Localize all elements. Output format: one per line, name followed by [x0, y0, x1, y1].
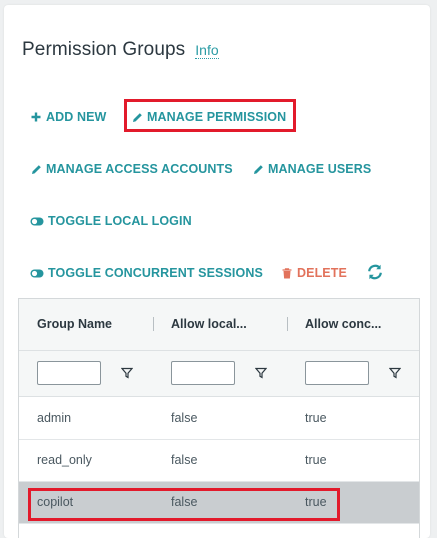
toggle-local-login-label: TOGGLE LOCAL LOGIN	[48, 214, 192, 228]
refresh-icon[interactable]	[366, 263, 384, 281]
allow-local-cell: false	[171, 453, 198, 467]
group-name-cell: copilot	[37, 495, 74, 509]
allow-concurrent-cell: true	[305, 411, 327, 425]
manage-permission-button[interactable]: MANAGE PERMISSION	[131, 108, 286, 126]
table-row-selected[interactable]: copilot false true	[19, 482, 419, 524]
table-row[interactable]: read_only false true	[19, 440, 419, 482]
funnel-icon[interactable]	[120, 366, 134, 379]
allow-concurrent-cell: true	[305, 495, 327, 509]
pencil-icon	[131, 111, 143, 123]
allow-local-cell: false	[171, 411, 198, 425]
trash-icon	[281, 267, 293, 279]
manage-access-accounts-button[interactable]: MANAGE ACCESS ACCOUNTS	[30, 160, 233, 178]
plus-icon	[30, 111, 42, 123]
add-new-label: ADD NEW	[46, 110, 107, 124]
column-resize-handle[interactable]	[419, 317, 420, 331]
allow-local-filter-input[interactable]	[171, 361, 235, 385]
allow-concurrent-cell: true	[305, 453, 327, 467]
toggle-concurrent-sessions-label: TOGGLE CONCURRENT SESSIONS	[48, 266, 263, 280]
manage-access-accounts-label: MANAGE ACCESS ACCOUNTS	[46, 162, 233, 176]
funnel-icon[interactable]	[388, 366, 402, 379]
column-resize-handle[interactable]	[287, 317, 288, 331]
manage-permission-label: MANAGE PERMISSION	[147, 110, 287, 124]
table-row[interactable]: admin false true	[19, 398, 419, 440]
grid-header: Group Name Allow local... Allow conc...	[19, 299, 419, 351]
column-header-allow-local[interactable]: Allow local...	[171, 317, 247, 331]
permission-groups-grid: Group Name Allow local... Allow conc... …	[18, 298, 420, 538]
column-resize-handle[interactable]	[153, 317, 154, 331]
group-name-cell: admin	[37, 411, 72, 425]
toggle-concurrent-sessions-button[interactable]: TOGGLE CONCURRENT SESSIONS	[30, 264, 263, 282]
add-new-button[interactable]: ADD NEW	[30, 108, 106, 126]
manage-users-button[interactable]: MANAGE USERS	[252, 160, 371, 178]
column-header-allow-concurrent[interactable]: Allow conc...	[305, 317, 381, 331]
allow-local-cell: false	[171, 495, 198, 509]
title-row: Permission Groups Info	[22, 39, 219, 61]
allow-concurrent-filter-input[interactable]	[305, 361, 369, 385]
delete-label: DELETE	[297, 266, 347, 280]
funnel-icon[interactable]	[254, 366, 268, 379]
group-name-filter-input[interactable]	[37, 361, 101, 385]
manage-users-label: MANAGE USERS	[268, 162, 372, 176]
pencil-icon	[30, 163, 42, 175]
pencil-icon	[252, 163, 264, 175]
filter-row	[19, 351, 419, 397]
toggle-icon	[30, 215, 44, 227]
group-name-cell: read_only	[37, 453, 92, 467]
page-title: Permission Groups	[22, 39, 186, 60]
toggle-local-login-button[interactable]: TOGGLE LOCAL LOGIN	[30, 212, 192, 230]
info-link[interactable]: Info	[195, 42, 219, 59]
delete-button[interactable]: DELETE	[281, 264, 347, 282]
column-header-group-name[interactable]: Group Name	[37, 317, 112, 331]
toggle-icon	[30, 267, 44, 279]
